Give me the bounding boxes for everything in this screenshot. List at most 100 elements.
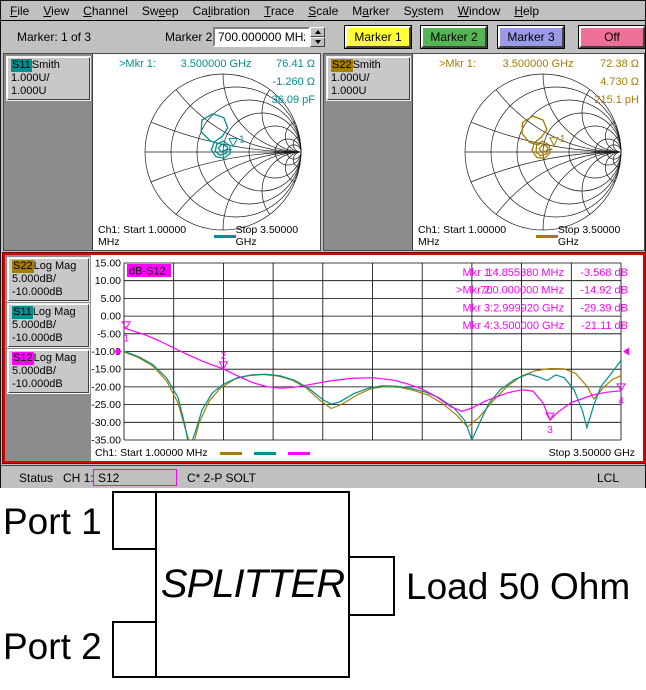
menu-item-window[interactable]: Window: [451, 2, 508, 20]
s12-logmag-ref: -10.000dB: [12, 378, 85, 391]
s22-axis-stop: Stop 3.50000 GHz: [558, 224, 639, 248]
s11-axis-start: Ch1: Start 1.00000 MHz: [98, 224, 202, 248]
marker-readout-cell: -14.92 dB: [580, 285, 628, 297]
s11-logmag-settings-box[interactable]: S11Log Mag 5.000dB/ -10.000dB: [8, 304, 89, 347]
status-label: Status: [19, 471, 53, 485]
menu-bar: FileViewChannelSweepCalibrationTraceScal…: [1, 1, 645, 21]
marker-readout-cell: -3.568 dB: [580, 267, 628, 279]
s22-marker-resistance: 72.38 Ω: [600, 58, 639, 70]
splitter-label: SPLITTER: [161, 562, 344, 607]
menu-item-trace[interactable]: Trace: [257, 2, 301, 20]
marker-1-button[interactable]: Marker 1: [345, 26, 411, 48]
s11-logmag-ref: -10.000dB: [12, 332, 85, 345]
off-button[interactable]: Off: [579, 26, 645, 48]
arrow-down-icon: [315, 40, 321, 44]
marker-readout-cell: 700.000000 MHz: [480, 285, 564, 297]
active-measurement-box: S12: [93, 469, 177, 486]
y-axis-tick: -15.00: [91, 364, 121, 376]
s22-marker-name: >Mkr 1:: [439, 58, 476, 70]
panel-s11-smith: S11Smith 1.000U/ 1.000U 1 >Mkr 1: 3.5000…: [3, 53, 321, 251]
s11-trace-settings-box[interactable]: S11Smith 1.000U/ 1.000U: [7, 57, 90, 100]
y-axis-tick: -25.00: [91, 399, 121, 411]
menu-item-system[interactable]: System: [397, 2, 451, 20]
marker-readout-cell: Mkr 4:: [462, 320, 493, 332]
menu-item-file[interactable]: File: [3, 2, 36, 20]
logmag-axis-start: Ch1: Start 1.00000 MHz: [95, 447, 208, 459]
arrow-up-icon: [315, 30, 321, 34]
trace-marker-4-label: 4: [618, 396, 624, 407]
menu-item-view[interactable]: View: [36, 2, 76, 20]
marker-readout-cell: 3.500000 GHz: [493, 320, 564, 332]
s11-marker-resistance: 76.41 Ω: [276, 58, 315, 70]
s12-legend-dash: [288, 452, 310, 455]
s12-logmag-format: Log Mag: [34, 352, 77, 364]
trace-marker-1: [122, 322, 130, 329]
y-axis-tick: 5.00: [101, 293, 122, 305]
s11-legend-dash: [254, 452, 276, 455]
y-axis-tick: -35.00: [91, 435, 121, 447]
screen: FileViewChannelSweepCalibrationTraceScal…: [0, 0, 646, 690]
y-axis-tick: 10.00: [95, 275, 121, 287]
marker-status-text: Marker: 1 of 3: [17, 30, 91, 44]
logmag-axis-stop: Stop 3.50000 GHz: [549, 447, 635, 459]
s22-legend-dash: [220, 452, 242, 455]
s22-logmag-scale: 5.000dB/: [12, 273, 85, 286]
s22-trace-legend-dash: [536, 235, 558, 238]
y-axis-tick: -5.00: [97, 328, 121, 340]
port2-label: Port 2: [3, 626, 102, 668]
y-axis-tick: 15.00: [95, 258, 121, 270]
spinner-down-button[interactable]: [310, 37, 325, 47]
s22-ref-value: 1.000U: [331, 85, 406, 98]
menu-item-channel[interactable]: Channel: [76, 2, 135, 20]
vna-application-window: FileViewChannelSweepCalibrationTraceScal…: [0, 0, 646, 488]
trace-marker-1-label: 1: [123, 334, 129, 345]
menu-item-help[interactable]: Help: [507, 2, 546, 20]
s22-scale-value: 1.000U/: [331, 72, 406, 85]
s11-ref-value: 1.000U: [11, 85, 86, 98]
y-axis-tick: -30.00: [91, 417, 121, 429]
port2-connector-rect: [112, 621, 157, 678]
s11-marker-reactance: -1.260 Ω: [273, 76, 315, 88]
panel-s22-smith: S22Smith 1.000U/ 1.000U 1 >Mkr 1: 3.5000…: [323, 53, 645, 251]
s11-trace-chip: S11: [11, 59, 32, 72]
s12-logmag-settings-box[interactable]: S12Log Mag 5.000dB/ -10.000dB: [8, 350, 89, 393]
marker-2-button[interactable]: Marker 2: [421, 26, 487, 48]
s11-panel-sidebar: S11Smith 1.000U/ 1.000U: [4, 54, 92, 250]
menu-item-sweep[interactable]: Sweep: [135, 2, 186, 20]
load-connector-rect: [348, 556, 395, 616]
marker-readout-cell: -29.39 dB: [580, 302, 628, 314]
marker-readout-cell: Mkr 3:: [462, 302, 493, 314]
logmag-plot-area[interactable]: 15.0010.005.000.00-5.00-10.00-15.00-20.0…: [91, 255, 643, 461]
s22-logmag-settings-box[interactable]: S22Log Mag 5.000dB/ -10.000dB: [8, 258, 89, 301]
y-axis-tick: -20.00: [91, 381, 121, 393]
marker-3-button[interactable]: Marker 3: [498, 26, 564, 48]
logmag-chart: 15.0010.005.000.00-5.00-10.00-15.00-20.0…: [91, 255, 643, 461]
s11-marker-capacitance: 36.09 pF: [272, 94, 315, 106]
s22-smith-chart-area[interactable]: 1 >Mkr 1: 3.500000 GHz 72.38 Ω 4.730 Ω 2…: [412, 54, 644, 250]
menu-item-calibration[interactable]: Calibration: [186, 2, 257, 20]
menu-item-marker[interactable]: Marker: [345, 2, 396, 20]
s11-logmag-scale: 5.000dB/: [12, 319, 85, 332]
splitter-body-rect: SPLITTER: [155, 491, 350, 678]
spinner-up-button[interactable]: [310, 27, 325, 37]
logmag-panel-sidebar: S22Log Mag 5.000dB/ -10.000dB S11Log Mag…: [5, 255, 91, 461]
local-mode-indicator: LCL: [597, 471, 619, 485]
trace-marker-3-label: 3: [547, 425, 553, 436]
s22-panel-sidebar: S22Smith 1.000U/ 1.000U: [324, 54, 412, 250]
menu-item-scale[interactable]: Scale: [301, 2, 345, 20]
s11-logmag-chip: S11: [12, 306, 33, 319]
port1-connector-rect: [112, 491, 157, 550]
load-label: Load 50 Ohm: [406, 566, 630, 608]
s11-logmag-format: Log Mag: [33, 306, 76, 318]
smith-marker-1: [550, 138, 558, 146]
smith-marker-1-label: 1: [239, 135, 245, 146]
splitter-diagram: SPLITTER Port 1 Port 2 Load 50 Ohm: [0, 488, 646, 690]
marker-frequency-input[interactable]: [213, 27, 310, 47]
marker-field-label: Marker 2: [165, 30, 212, 44]
trace-marker-2-label: 2: [221, 351, 227, 362]
s11-smith-chart-area[interactable]: 1 >Mkr 1: 3.500000 GHz 76.41 Ω -1.260 Ω …: [92, 54, 320, 250]
s22-logmag-ref: -10.000dB: [12, 286, 85, 299]
marker-readout-cell: 14.855380 MHz: [486, 267, 564, 279]
s22-trace-settings-box[interactable]: S22Smith 1.000U/ 1.000U: [327, 57, 410, 100]
s11-format-label: Smith: [32, 59, 60, 71]
